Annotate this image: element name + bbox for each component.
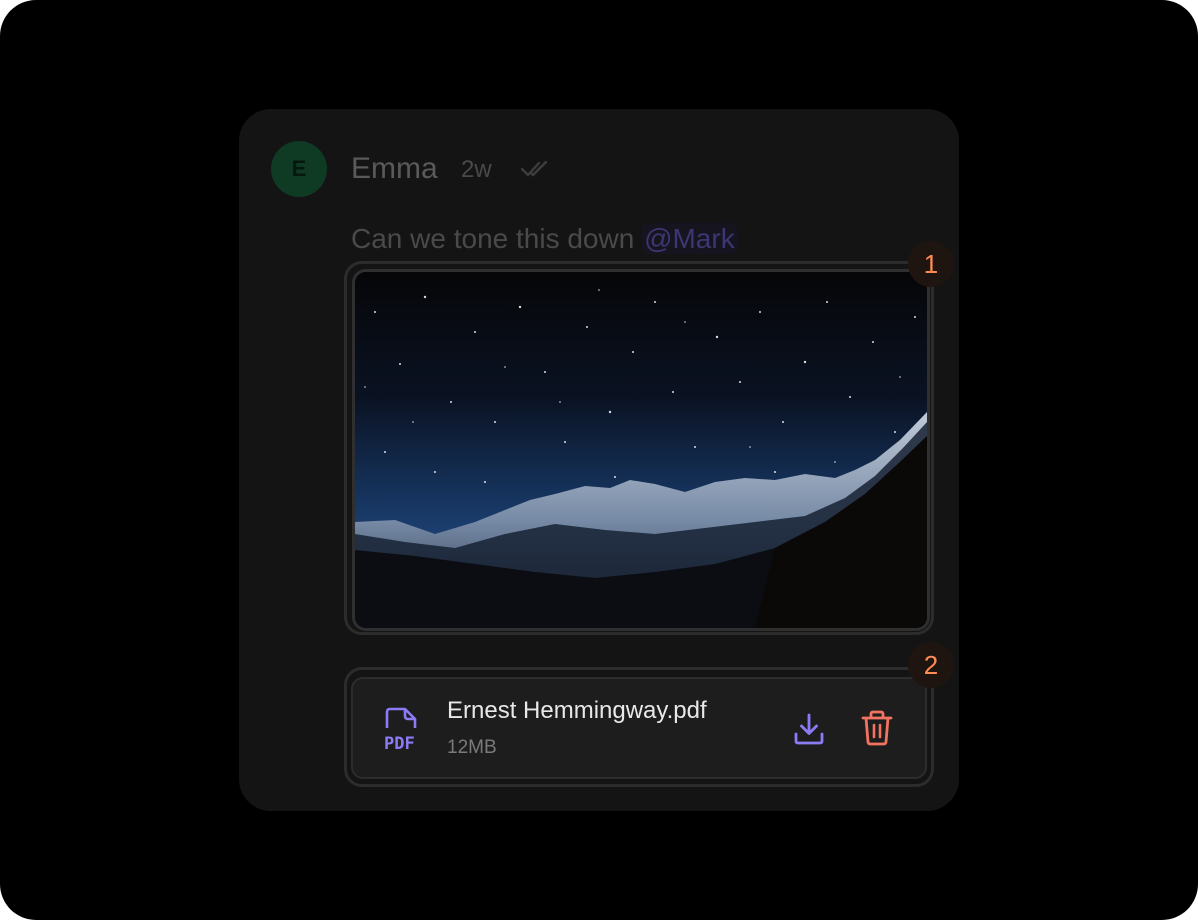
file-name[interactable]: Ernest Hemmingway.pdf: [447, 696, 707, 726]
double-check-icon: [520, 160, 548, 177]
avatar-initial: E: [291, 156, 307, 181]
file-size: 12MB: [447, 737, 497, 758]
image-attachment[interactable]: [352, 269, 930, 631]
trash-icon[interactable]: [860, 709, 894, 747]
message-card: E Emma 2w Can we tone this down @Mark 1 …: [239, 109, 959, 811]
timestamp: 2w: [461, 156, 492, 183]
app-frame: E Emma 2w Can we tone this down @Mark 1 …: [0, 0, 1198, 920]
message-body: Can we tone this down: [351, 223, 643, 254]
avatar[interactable]: E: [271, 141, 327, 197]
image-attachment-badge: 1: [908, 241, 954, 287]
message-text: Can we tone this down @Mark: [351, 221, 737, 257]
night-mountain-photo: [355, 272, 927, 628]
file-attachment[interactable]: [351, 677, 927, 779]
pdf-file-icon: PDF: [384, 707, 417, 752]
download-icon[interactable]: [791, 711, 827, 747]
author-name[interactable]: Emma: [351, 150, 438, 188]
file-attachment-badge: 2: [908, 642, 954, 688]
mention-link[interactable]: @Mark: [642, 223, 737, 254]
pdf-type-label: PDF: [384, 734, 415, 752]
